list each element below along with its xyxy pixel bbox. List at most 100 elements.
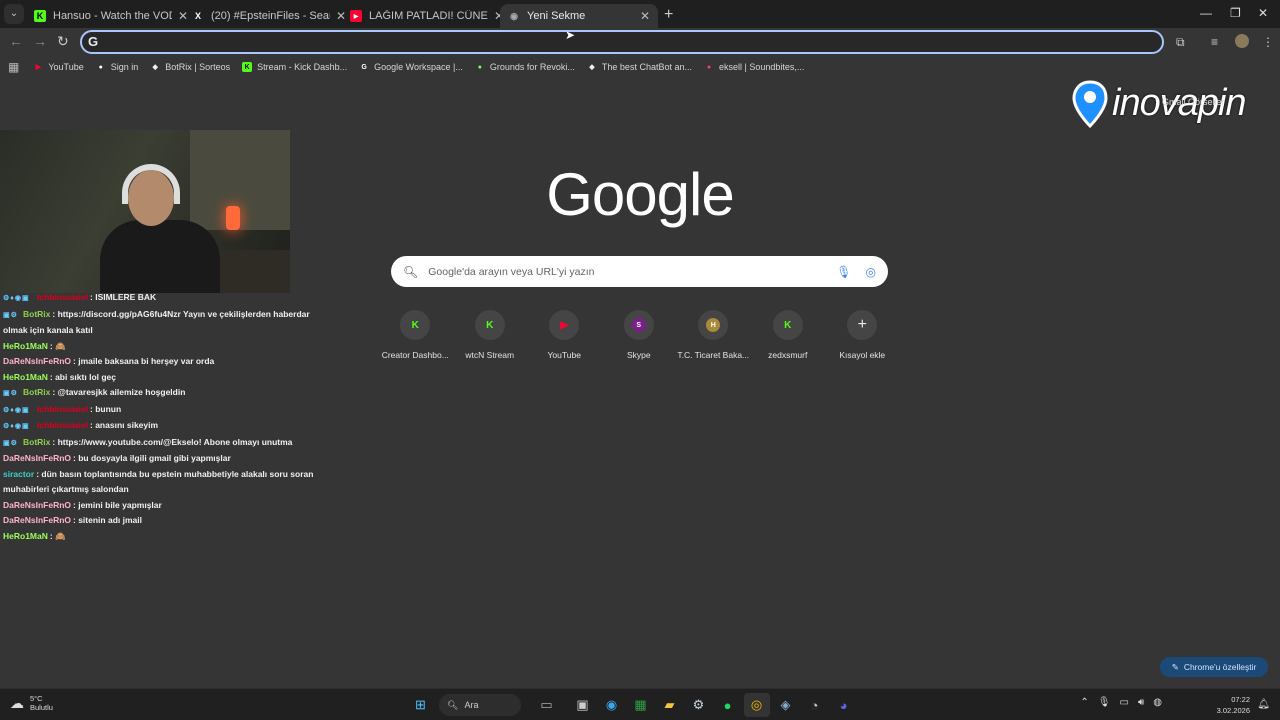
chat-text: : sitenin adı jmail [73, 515, 142, 525]
weather-temp: 5°C [30, 694, 43, 703]
google-logo: Google [546, 161, 734, 228]
new-tab-button[interactable]: + [664, 6, 673, 24]
chat-message: siractor: dün basın toplantısında bu eps… [0, 467, 320, 498]
discord-icon[interactable]: ◕ [831, 693, 857, 717]
streamer-body [100, 220, 220, 293]
google-g-icon: G [88, 34, 99, 49]
top-right-links[interactable]: Gmail Görseller [1162, 97, 1225, 107]
clock[interactable]: 07:22 3.02.2026 [1217, 694, 1250, 716]
bookmark-label: BotRix | Sorteos [165, 62, 231, 72]
file-explorer-icon[interactable]: ▰ [657, 693, 683, 717]
shortcut-wtcn-stream[interactable]: KwtcN Stream [453, 310, 528, 360]
network-icon[interactable]: ◍ [1153, 697, 1162, 708]
apps-grid-icon[interactable]: ▦ [8, 60, 19, 74]
bookmark-kick-dashboard[interactable]: K Stream - Kick Dashb... [242, 62, 347, 72]
weather-widget[interactable]: ☁ 5°C Bulutlu [10, 694, 53, 712]
taskbar-search[interactable]: 🔍︎ Ara [439, 694, 521, 716]
taskbar-search-label: Ara [464, 700, 479, 710]
search-input[interactable]: Google'da arayın veya URL'yi yazın [428, 266, 836, 278]
shortcut-label: T.C. Ticaret Baka... [677, 350, 750, 360]
minimize-button[interactable]: — [1200, 6, 1212, 20]
chat-username: BotRix [23, 308, 51, 319]
chat-message: ⚙♦◉▣ Ichbinsowiel: bunun [0, 402, 320, 419]
notification-bell-icon[interactable]: 🔔︎ [1257, 699, 1270, 710]
bookmark-youtube[interactable]: ▶ YouTube [33, 62, 84, 72]
bookmark-google-workspace[interactable]: G Google Workspace |... [359, 62, 463, 72]
forward-icon[interactable]: → [33, 33, 47, 49]
bookmark-botrix[interactable]: ◆ BotRix | Sorteos [150, 62, 231, 72]
volume-icon[interactable]: 🔊︎ [1138, 697, 1144, 708]
display-icon[interactable]: ▭ [1120, 697, 1129, 708]
shortcut-label: Kısayol ekle [839, 350, 886, 360]
menu-icon[interactable]: ⋮ [1262, 35, 1274, 49]
windows-start-icon[interactable]: ⊞ [408, 693, 434, 717]
system-tray: ⌃ 🎙︎ ▭ 🔊︎ ◍ [1071, 697, 1162, 708]
excel-icon[interactable]: ▦ [628, 693, 654, 717]
bookmark-grounds[interactable]: ● Grounds for Revoki... [475, 62, 575, 72]
chat-text: : ISIMLERE BAK [90, 292, 157, 302]
network-app-icon[interactable]: ◈ [773, 693, 799, 717]
tab-youtube-video[interactable]: ▶ LAĞIM PATLADI! CÜNEYT ÖZDE ✕ [342, 4, 512, 28]
tab-search-button[interactable]: ⌄ [4, 4, 24, 24]
chrome-icon[interactable]: ◎ [743, 693, 770, 717]
widget-image-icon[interactable]: ▭ [527, 693, 567, 717]
chat-text: : 🙈 [49, 340, 66, 351]
microphone-icon[interactable]: 🎙︎ [836, 265, 851, 279]
pencil-icon: ✎ [1171, 661, 1179, 672]
badge-icons: ▣⚙ [3, 439, 18, 447]
plus-icon: + [847, 310, 878, 340]
reload-icon[interactable]: ↻ [57, 33, 69, 50]
media-controls-icon[interactable]: ≡ [1211, 35, 1218, 49]
ministry-letter: H [706, 318, 721, 332]
back-icon[interactable]: ← [9, 33, 23, 49]
shortcut-label: YouTube [547, 350, 581, 360]
tab-title: Yeni Sekme [527, 10, 586, 22]
chat-text: : bunun [90, 403, 122, 414]
shortcut-creator-dashboard[interactable]: K Creator Dashbo... [378, 310, 453, 360]
restore-button[interactable]: ❐ [1230, 6, 1241, 20]
shortcuts-grid: K Creator Dashbo... KwtcN Stream ▶ YouTube… [378, 310, 900, 360]
badge-icons: ⚙♦◉▣ [3, 295, 30, 302]
extensions-icon[interactable]: ⧉ [1176, 35, 1185, 50]
bookmark-chatbot[interactable]: ◆ The best ChatBot an... [587, 62, 692, 72]
customize-chrome-button[interactable]: ✎ Chrome'u özelleştir [1160, 657, 1268, 677]
ministry-icon: H [698, 310, 729, 340]
skype-letter: S [631, 318, 646, 332]
bookmark-sign-in[interactable]: ● Sign in [96, 62, 139, 72]
shortcut-youtube[interactable]: ▶ YouTube [527, 310, 602, 360]
bookmark-label: Google Workspace |... [374, 62, 463, 72]
weather-desc: Bulutlu [30, 703, 53, 712]
clock-date: 3.02.2026 [1216, 706, 1250, 715]
google-lens-icon[interactable]: ◎ [866, 265, 876, 279]
steam-icon[interactable]: ⚙ [686, 693, 712, 717]
bookmark-eksell[interactable]: ● eksell | Soundbites,... [704, 62, 805, 72]
spotify-icon[interactable]: ● [715, 693, 741, 717]
profile-avatar[interactable] [1235, 34, 1249, 48]
shortcut-add[interactable]: + Kısayol ekle [825, 310, 900, 360]
speedtest-icon[interactable]: ◔ [802, 693, 828, 717]
close-window-button[interactable]: ✕ [1258, 6, 1268, 20]
tab-title: (20) #EpsteinFiles - Search / X [211, 10, 330, 22]
shortcut-ticaret[interactable]: H T.C. Ticaret Baka... [676, 310, 751, 360]
site-icon: ● [477, 63, 482, 71]
bookmark-label: YouTube [48, 62, 84, 72]
chat-text: : 🙈 [49, 530, 66, 541]
kick-icon: K [34, 10, 46, 22]
tab-x-search[interactable]: X (20) #EpsteinFiles - Search / X ✕ [184, 4, 354, 28]
kick-icon: K [772, 310, 803, 340]
close-icon[interactable]: ✕ [640, 9, 650, 23]
tab-title: Hansuo - Watch the VOD on Ki [53, 10, 172, 22]
microphone-icon[interactable]: 🎙︎ [1098, 697, 1111, 708]
address-bar[interactable]: G [80, 30, 1164, 54]
edge-icon[interactable]: ◉ [599, 693, 625, 717]
tab-new-tab[interactable]: ◉ Yeni Sekme ✕ [500, 4, 658, 28]
task-view-icon[interactable]: ▣ [570, 693, 596, 717]
chat-message: DaReNsInFeRnO: sitenin adı jmail [0, 513, 320, 529]
chat-message: HeRo1MaN: 🙈 [0, 339, 320, 355]
chevron-up-icon[interactable]: ⌃ [1080, 697, 1088, 708]
bookmarks-bar: ▦ ▶ YouTube ● Sign in ◆ BotRix | Sorteos KS… [0, 56, 1280, 78]
shortcut-skype[interactable]: S Skype [602, 310, 677, 360]
shortcut-zedxsmurf[interactable]: Kzedxsmurf [751, 310, 826, 360]
tab-kick-vod[interactable]: K Hansuo - Watch the VOD on Ki ✕ [26, 4, 196, 28]
google-search-box[interactable]: 🔍︎ Google'da arayın veya URL'yi yazın 🎙︎… [391, 256, 888, 287]
